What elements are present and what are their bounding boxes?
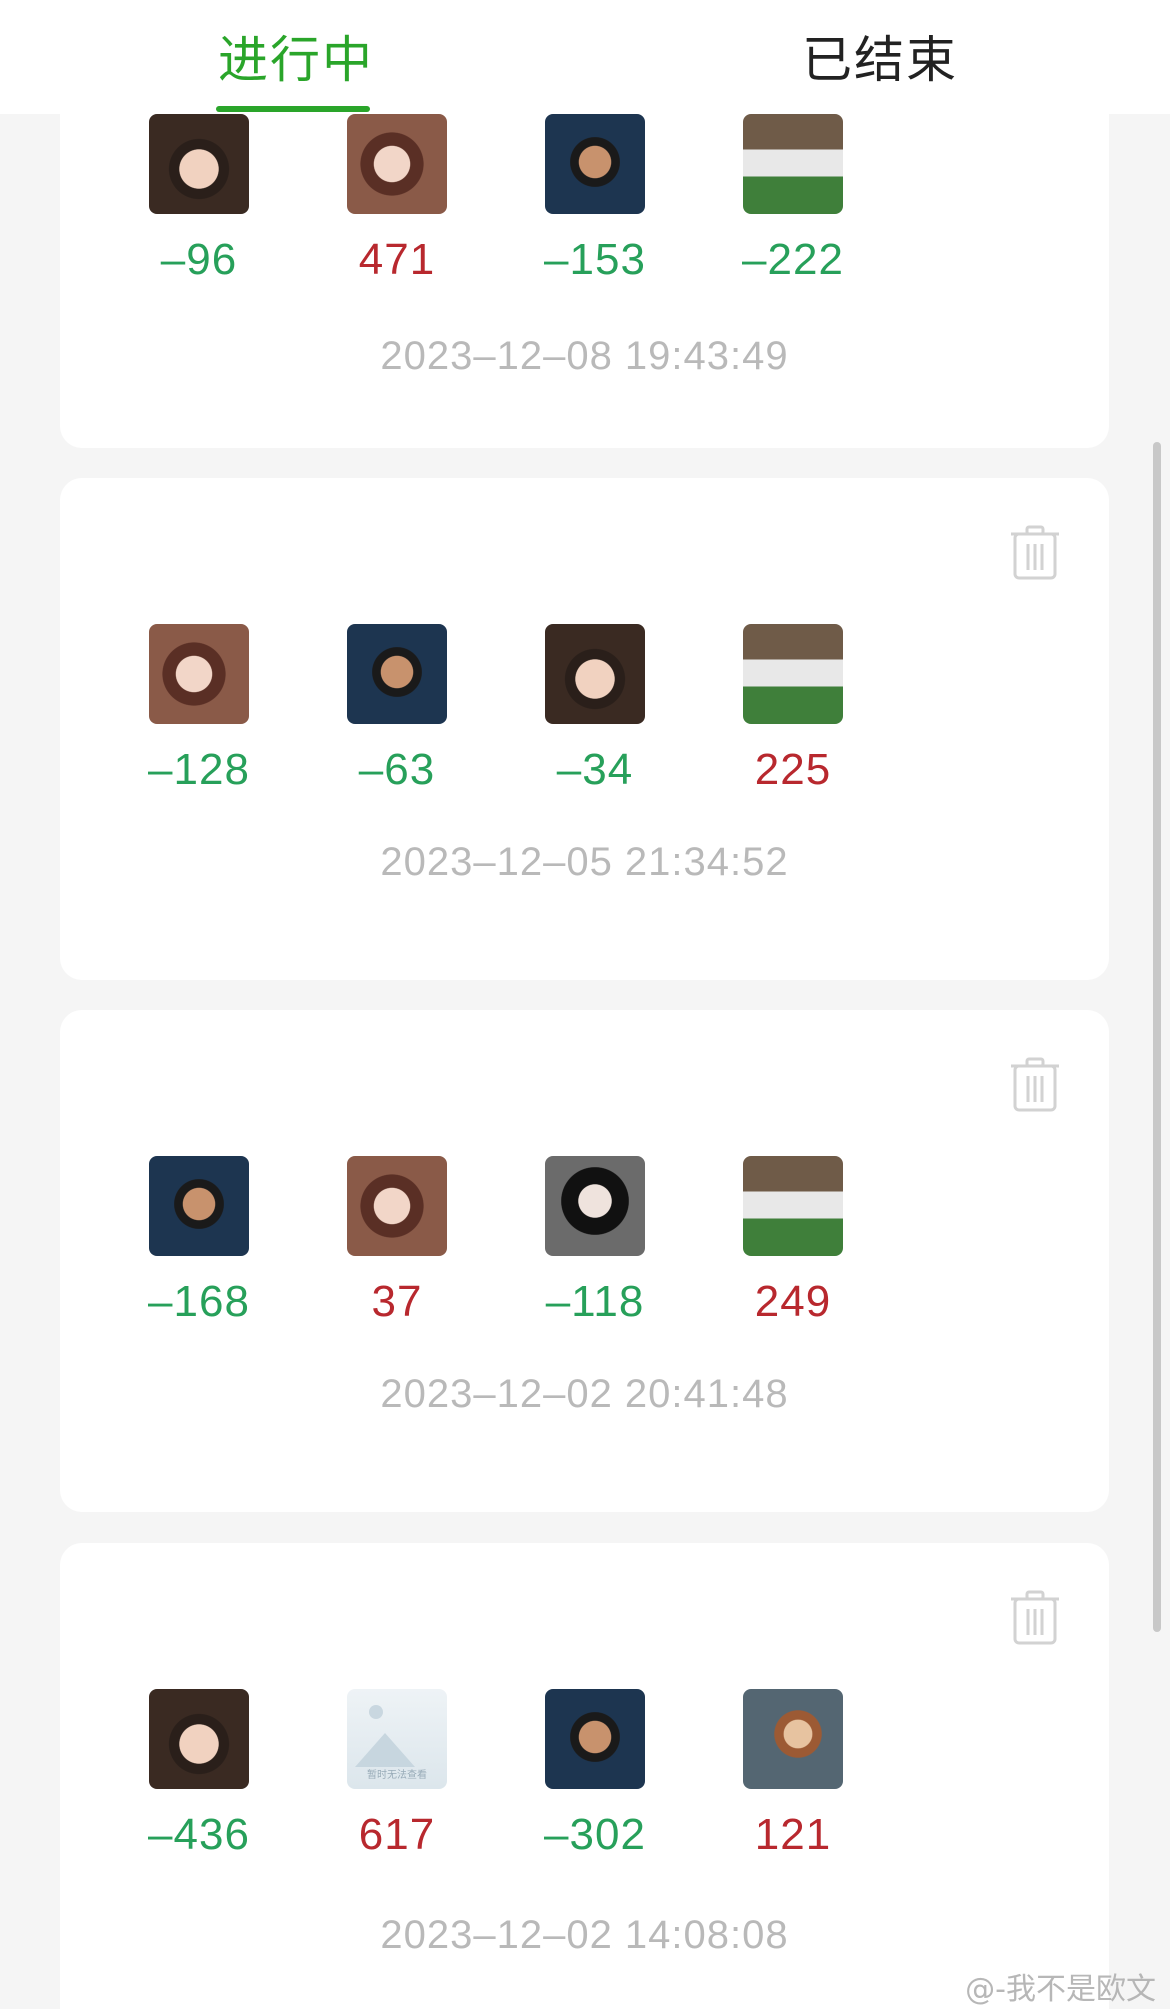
avatar <box>743 624 843 724</box>
avatar <box>347 114 447 214</box>
player-slot: 249 <box>694 1156 892 1330</box>
player-score: –118 <box>545 1277 645 1326</box>
avatar <box>743 1156 843 1256</box>
avatar <box>545 114 645 214</box>
avatar <box>149 1156 249 1256</box>
player-score: –34 <box>556 745 634 794</box>
avatar <box>149 1689 249 1789</box>
avatar <box>347 624 447 724</box>
player-score: –436 <box>148 1810 250 1859</box>
game-timestamp: 2023–12–08 19:43:49 <box>380 334 789 378</box>
player-score: 617 <box>358 1810 436 1859</box>
player-score: –128 <box>148 745 250 794</box>
game-timestamp: 2023–12–02 20:41:48 <box>380 1372 789 1416</box>
player-score: –168 <box>148 1277 250 1326</box>
player-slot: –63 <box>298 624 496 798</box>
player-score: 225 <box>754 745 832 794</box>
placeholder-text: 暂时无法查看 <box>367 1770 427 1781</box>
tab-bar: 进行中 已结束 <box>0 0 1170 114</box>
game-timestamp: 2023–12–02 14:08:08 <box>380 1913 789 1957</box>
avatar <box>545 624 645 724</box>
avatar <box>149 114 249 214</box>
player-slot: 121 <box>694 1689 892 1863</box>
avatar <box>149 624 249 724</box>
tab-in-progress[interactable]: 进行中 <box>218 28 374 92</box>
player-slot: –302 <box>496 1689 694 1863</box>
scrollbar[interactable] <box>1153 442 1161 1632</box>
placeholder-mountain <box>355 1733 415 1767</box>
player-slot: 225 <box>694 624 892 798</box>
player-slot: –168 <box>100 1156 298 1330</box>
player-slot: –222 <box>694 114 892 288</box>
game-card[interactable]: –168 37 –118 249 2023–12–02 20:41:48 <box>60 1010 1109 1512</box>
player-score: 121 <box>754 1810 832 1859</box>
avatar <box>545 1689 645 1789</box>
active-tab-indicator <box>216 106 370 112</box>
player-slot: –436 <box>100 1689 298 1863</box>
avatar <box>743 1689 843 1789</box>
player-slot: –118 <box>496 1156 694 1330</box>
player-slot: –96 <box>100 114 298 288</box>
player-score: 471 <box>358 235 436 284</box>
trash-icon[interactable] <box>1009 1056 1061 1114</box>
player-score: 249 <box>754 1277 832 1326</box>
placeholder-sun <box>369 1705 383 1719</box>
player-score: –96 <box>160 235 238 284</box>
player-slot: –153 <box>496 114 694 288</box>
player-slot: 471 <box>298 114 496 288</box>
player-score: –153 <box>544 235 646 284</box>
avatar <box>743 114 843 214</box>
player-score: 37 <box>371 1277 423 1326</box>
player-score: –63 <box>358 745 436 794</box>
avatar <box>347 1156 447 1256</box>
player-slot: –128 <box>100 624 298 798</box>
player-score: –222 <box>742 235 844 284</box>
tab-finished[interactable]: 已结束 <box>802 28 958 92</box>
app-root: 进行中 已结束 –96 471 –153 –222 2023–12–08 19:… <box>0 0 1170 2009</box>
game-card[interactable]: –128 –63 –34 225 2023–12–05 21:34:52 <box>60 478 1109 980</box>
game-timestamp: 2023–12–05 21:34:52 <box>380 840 789 884</box>
trash-icon[interactable] <box>1009 524 1061 582</box>
player-slot: –34 <box>496 624 694 798</box>
image-placeholder-icon: 暂时无法查看 <box>347 1689 447 1789</box>
weibo-watermark: @-我不是欧文 <box>965 1972 1156 2007</box>
player-slot: 暂时无法查看 617 <box>298 1689 496 1863</box>
avatar <box>545 1156 645 1256</box>
player-score: –302 <box>544 1810 646 1859</box>
trash-icon[interactable] <box>1009 1589 1061 1647</box>
player-slot: 37 <box>298 1156 496 1330</box>
game-card[interactable]: –436 暂时无法查看 617 –302 121 2023–12–02 14:0… <box>60 1543 1109 2009</box>
